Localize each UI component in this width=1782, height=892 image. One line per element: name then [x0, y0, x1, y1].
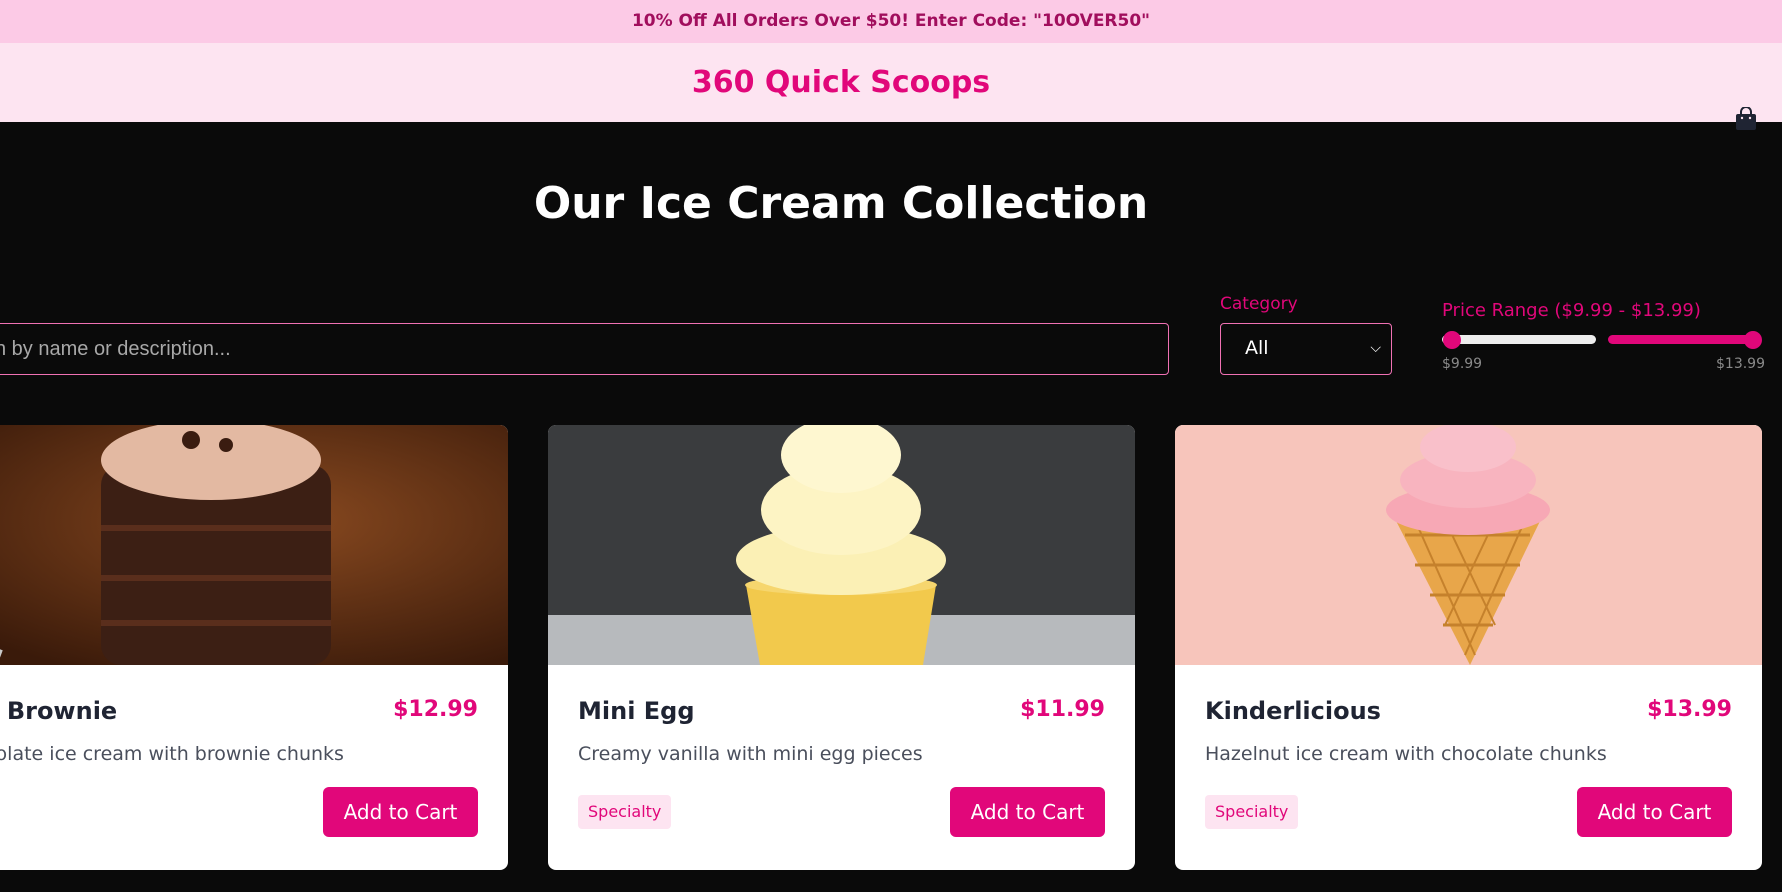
price-slider-max-thumb[interactable] — [1744, 331, 1762, 349]
price-slider-track-max[interactable] — [1608, 335, 1754, 344]
promo-banner: 10% Off All Orders Over $50! Enter Code:… — [0, 0, 1782, 43]
product-name: Mini Egg — [578, 697, 695, 725]
brand-title[interactable]: 360 Quick Scoops — [0, 65, 1682, 100]
mini-egg-ice-cream-image — [548, 425, 1135, 665]
kinderlicious-ice-cream-image — [1175, 425, 1762, 665]
add-to-cart-button[interactable]: Add to Cart — [1577, 787, 1732, 837]
category-selected-value: All — [1245, 337, 1269, 359]
category-tag: Specialty — [578, 795, 672, 829]
product-card: mic Brownie $12.99 chocolate ice cream w… — [0, 425, 508, 870]
page-title: Our Ice Cream Collection — [533, 178, 1149, 229]
product-description: Hazelnut ice cream with chocolate chunks — [1205, 743, 1607, 765]
category-select[interactable]: All ⌵ — [1220, 323, 1392, 375]
product-description: chocolate ice cream with brownie chunks — [0, 743, 344, 765]
price-range-label: Price Range ($9.99 - $13.99) — [1442, 300, 1701, 321]
search-input[interactable] — [0, 323, 1169, 375]
product-card: Kinderlicious $13.99 Hazelnut ice cream … — [1175, 425, 1762, 870]
price-max-value: $13.99 — [1716, 356, 1765, 372]
price-min-value: $9.99 — [1442, 356, 1483, 372]
product-price: $11.99 — [1020, 697, 1105, 722]
brownie-ice-cream-image — [0, 425, 508, 665]
product-description: Creamy vanilla with mini egg pieces — [578, 743, 923, 765]
price-slider-min-thumb[interactable] — [1443, 331, 1461, 349]
add-to-cart-button[interactable]: Add to Cart — [950, 787, 1105, 837]
product-name: mic Brownie — [0, 697, 118, 725]
product-name: Kinderlicious — [1205, 697, 1381, 725]
price-slider-track-min[interactable] — [1442, 335, 1596, 344]
category-tag: Specialty — [1205, 795, 1299, 829]
site-header: 360 Quick Scoops — [0, 43, 1782, 130]
chevron-down-icon: ⌵ — [1370, 340, 1381, 356]
main-content: Our Ice Cream Collection Category All ⌵ … — [0, 122, 1782, 892]
product-price: $13.99 — [1647, 697, 1732, 722]
category-label: Category — [1220, 294, 1298, 314]
product-card: Mini Egg $11.99 Creamy vanilla with mini… — [548, 425, 1135, 870]
product-price: $12.99 — [393, 697, 478, 722]
add-to-cart-button[interactable]: Add to Cart — [323, 787, 478, 837]
